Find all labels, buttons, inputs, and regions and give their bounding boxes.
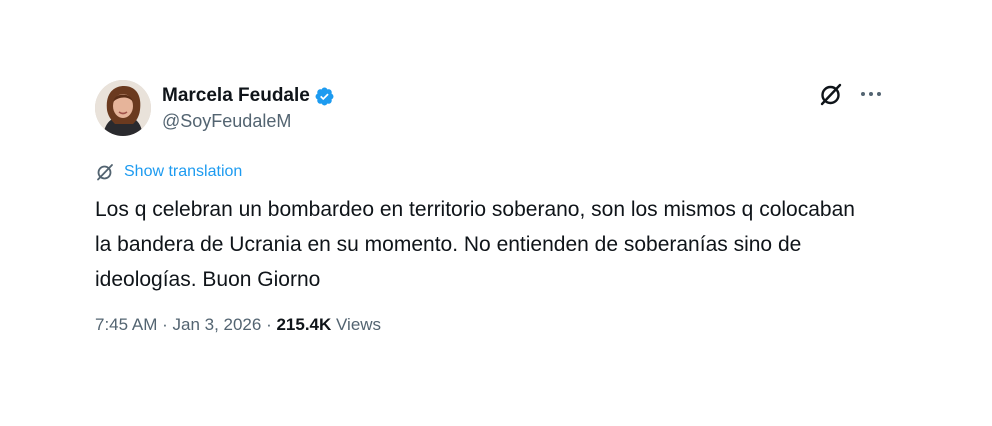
tweet-text: Los q celebran un bombardeo en territori… [95,198,855,291]
tweet-header: Marcela Feudale @SoyFeudaleM [95,78,895,138]
grok-icon[interactable] [817,80,845,108]
handle[interactable]: @SoyFeudaleM [162,111,335,132]
author-info: Marcela Feudale @SoyFeudaleM [162,84,335,132]
avatar[interactable] [95,80,151,136]
verified-badge-icon[interactable] [314,86,335,107]
display-name[interactable]: Marcela Feudale [162,85,310,107]
tweet-card: Marcela Feudale @SoyFeudaleM Show transl… [95,78,895,334]
show-translation-button[interactable]: Show translation [95,162,242,182]
more-icon[interactable] [857,80,885,108]
meta-separator: · [261,315,277,334]
name-row: Marcela Feudale [162,84,335,108]
grok-translate-icon [95,162,115,182]
views-count: 215.4K [276,315,332,334]
meta-separator: · [157,315,173,334]
tweet-date[interactable]: Jan 3, 2026 [172,315,261,334]
tweet-meta: 7:45 AM · Jan 3, 2026 · 215.4K Views [95,315,381,335]
views-label: Views [336,315,382,334]
show-translation-label[interactable]: Show translation [124,163,242,181]
tweet-time[interactable]: 7:45 AM [95,315,157,334]
